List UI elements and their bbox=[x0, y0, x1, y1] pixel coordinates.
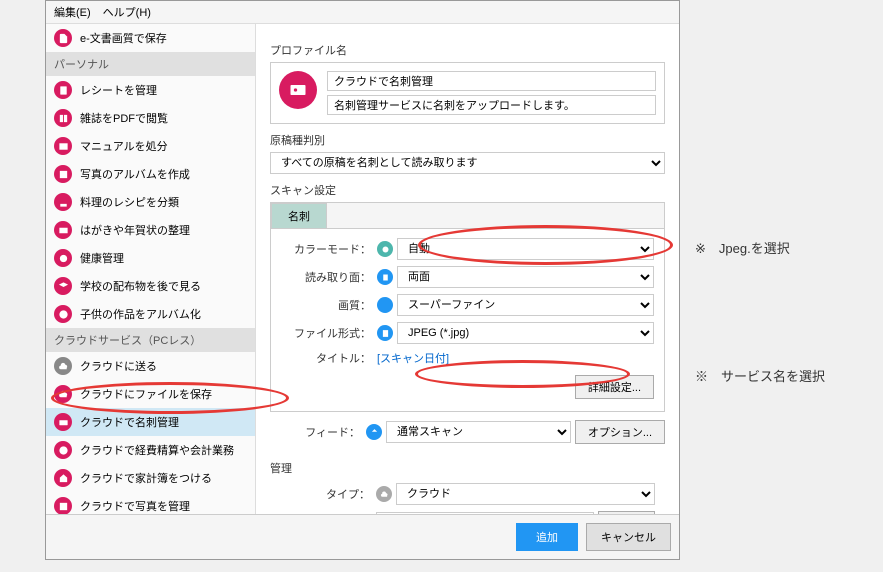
sidebar-item-manual[interactable]: マニュアルを処分 bbox=[46, 132, 255, 160]
doc-type-label: 原稿種判別 bbox=[270, 132, 665, 148]
file-format-label: ファイル形式： bbox=[281, 325, 371, 341]
file-format-icon bbox=[377, 325, 393, 341]
duplex-icon bbox=[377, 269, 393, 285]
sidebar-item-school[interactable]: 学校の配布物を後で見る bbox=[46, 272, 255, 300]
manual-icon bbox=[54, 137, 72, 155]
read-side-select[interactable]: 両面 bbox=[397, 266, 654, 288]
sidebar-item-label: クラウドに送る bbox=[80, 358, 157, 374]
file-format-select[interactable]: JPEG (*.jpg) bbox=[397, 322, 654, 344]
sidebar-item-label: 写真のアルバムを作成 bbox=[80, 166, 190, 182]
detail-settings-button[interactable]: 詳細設定... bbox=[575, 375, 654, 399]
photo-icon bbox=[54, 165, 72, 183]
annotation-text-jpeg: ※ Jpeg.を選択 bbox=[695, 238, 790, 257]
sidebar-item-label: クラウドで写真を管理 bbox=[80, 498, 190, 514]
feed-select[interactable]: 通常スキャン bbox=[386, 421, 571, 443]
feed-icon bbox=[366, 424, 382, 440]
profile-card-icon bbox=[279, 71, 317, 109]
option-button[interactable]: オプション... bbox=[575, 420, 665, 444]
footer: 追加 キャンセル bbox=[46, 514, 679, 559]
sidebar-item-cloud-send[interactable]: クラウドに送る bbox=[46, 352, 255, 380]
sidebar-item-health[interactable]: 健康管理 bbox=[46, 244, 255, 272]
sidebar-item-label: 料理のレシピを分類 bbox=[80, 194, 179, 210]
menu-edit[interactable]: 編集(E) bbox=[54, 4, 91, 20]
sidebar-item-magazine[interactable]: 雑誌をPDFで閲覧 bbox=[46, 104, 255, 132]
scan-settings-label: スキャン設定 bbox=[270, 182, 665, 198]
sidebar: e-文書画質で保存 パーソナル レシートを管理 雑誌をPDFで閲覧 マニュアルを… bbox=[46, 24, 256, 514]
cloud-type-icon bbox=[376, 486, 392, 502]
color-auto-icon bbox=[377, 241, 393, 257]
sidebar-item-cloud-file[interactable]: クラウドにファイルを保存 bbox=[46, 380, 255, 408]
sidebar-item-label: クラウドにファイルを保存 bbox=[80, 386, 212, 402]
quality-select[interactable]: スーパーファイン bbox=[397, 294, 654, 316]
household-icon bbox=[54, 469, 72, 487]
sidebar-item-label: クラウドで経費精算や会計業務 bbox=[80, 442, 234, 458]
card-icon bbox=[54, 413, 72, 431]
app-window: 編集(E) ヘルプ(H) e-文書画質で保存 パーソナル レシートを管理 雑誌を… bbox=[45, 0, 680, 560]
profile-desc-input[interactable] bbox=[327, 95, 656, 115]
health-icon bbox=[54, 249, 72, 267]
cloud-file-icon bbox=[54, 385, 72, 403]
manage-label: 管理 bbox=[270, 460, 665, 476]
section-cloud-pcless: クラウドサービス（PCレス） bbox=[46, 328, 255, 352]
recipe-icon bbox=[54, 193, 72, 211]
document-icon bbox=[54, 29, 72, 47]
quality-icon bbox=[377, 297, 393, 313]
title-value-link[interactable]: [スキャン日付] bbox=[377, 350, 449, 366]
sidebar-item-postcard[interactable]: はがきや年賀状の整理 bbox=[46, 216, 255, 244]
quality-label: 画質： bbox=[281, 297, 371, 313]
profile-name-input[interactable] bbox=[327, 71, 656, 91]
sidebar-item-receipt[interactable]: レシートを管理 bbox=[46, 76, 255, 104]
book-icon bbox=[54, 109, 72, 127]
sidebar-item-label: e-文書画質で保存 bbox=[80, 30, 167, 46]
sidebar-item-cloud-household[interactable]: クラウドで家計簿をつける bbox=[46, 464, 255, 492]
sidebar-item-cloud-expense[interactable]: クラウドで経費精算や会計業務 bbox=[46, 436, 255, 464]
sidebar-item-label: 雑誌をPDFで閲覧 bbox=[80, 110, 168, 126]
cloud-icon bbox=[54, 357, 72, 375]
receipt-icon bbox=[54, 81, 72, 99]
expense-icon bbox=[54, 441, 72, 459]
type-select[interactable]: クラウド bbox=[396, 483, 655, 505]
section-personal: パーソナル bbox=[46, 52, 255, 76]
feed-label: フィード： bbox=[270, 424, 360, 440]
profile-box bbox=[270, 62, 665, 124]
sidebar-item-label: 健康管理 bbox=[80, 250, 124, 266]
sidebar-item-photo-album[interactable]: 写真のアルバムを作成 bbox=[46, 160, 255, 188]
title-label: タイトル： bbox=[281, 350, 371, 366]
art-icon bbox=[54, 305, 72, 323]
menubar: 編集(E) ヘルプ(H) bbox=[46, 1, 679, 24]
annotation-text-service: ※ サービス名を選択 bbox=[695, 366, 825, 385]
scan-settings-box: 名刺 カラーモード： 自動 読み取り面： 両面 画質： スーパーファイン ファイル形式… bbox=[270, 202, 665, 412]
sidebar-item-recipe[interactable]: 料理のレシピを分類 bbox=[46, 188, 255, 216]
school-icon bbox=[54, 277, 72, 295]
sidebar-item-label: レシートを管理 bbox=[80, 82, 157, 98]
type-label: タイプ： bbox=[280, 486, 370, 502]
color-mode-label: カラーモード： bbox=[281, 241, 371, 257]
cancel-button[interactable]: キャンセル bbox=[586, 523, 671, 551]
postcard-icon bbox=[54, 221, 72, 239]
read-side-label: 読み取り面： bbox=[281, 269, 371, 285]
sidebar-item-kids-art[interactable]: 子供の作品をアルバム化 bbox=[46, 300, 255, 328]
add-button[interactable]: 追加 bbox=[516, 523, 578, 551]
sidebar-item-edoc[interactable]: e-文書画質で保存 bbox=[46, 24, 255, 52]
main-panel: プロファイル名 原稿種判別 すべての原稿を名刺として読み取ります スキャン設定 … bbox=[256, 24, 679, 514]
sidebar-item-label: クラウドで名刺管理 bbox=[80, 414, 179, 430]
color-mode-select[interactable]: 自動 bbox=[397, 238, 654, 260]
profile-label: プロファイル名 bbox=[270, 42, 665, 58]
menu-help[interactable]: ヘルプ(H) bbox=[103, 4, 151, 20]
sidebar-item-label: はがきや年賀状の整理 bbox=[80, 222, 190, 238]
sidebar-item-label: マニュアルを処分 bbox=[80, 138, 168, 154]
sidebar-item-label: クラウドで家計簿をつける bbox=[80, 470, 212, 486]
doc-type-select[interactable]: すべての原稿を名刺として読み取ります bbox=[270, 152, 665, 174]
sidebar-item-label: 学校の配布物を後で見る bbox=[80, 278, 201, 294]
tab-card[interactable]: 名刺 bbox=[271, 203, 327, 228]
sidebar-item-cloud-card[interactable]: クラウドで名刺管理 bbox=[46, 408, 255, 436]
cloud-photo-icon bbox=[54, 497, 72, 514]
sidebar-item-cloud-photo[interactable]: クラウドで写真を管理 bbox=[46, 492, 255, 514]
sidebar-item-label: 子供の作品をアルバム化 bbox=[80, 306, 201, 322]
